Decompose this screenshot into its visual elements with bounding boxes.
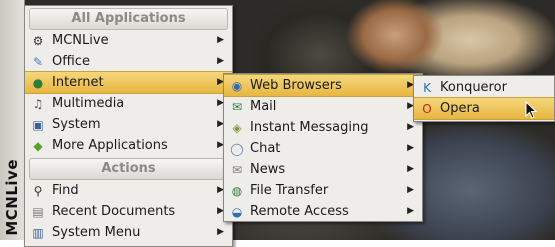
mail-icon: ✉ — [231, 100, 243, 114]
menu-item-label: Mail — [250, 99, 277, 114]
menu-item-instant-messaging[interactable]: ◈ Instant Messaging ▶ — [224, 117, 422, 138]
mcnlive-icon: ⚙ — [32, 34, 44, 48]
menu-item-label: More Applications — [52, 138, 168, 153]
menu-item-web-browsers[interactable]: ◉ Web Browsers ▶ — [224, 74, 422, 97]
system-menu-icon: ▥ — [32, 226, 44, 240]
office-icon: ✎ — [32, 55, 44, 69]
submenu-arrow-icon: ▶ — [407, 185, 414, 195]
submenu-arrow-icon: ▶ — [407, 164, 414, 174]
submenu-arrow-icon: ▶ — [217, 35, 224, 45]
menu-item-label: Opera — [440, 101, 480, 116]
mouse-pointer-icon — [525, 101, 537, 119]
side-panel-label: MCNLive — [3, 159, 21, 236]
menu-item-mail[interactable]: ✉ Mail ▶ — [224, 96, 422, 117]
submenu-arrow-icon: ▶ — [217, 56, 224, 66]
all-applications-header: All Applications — [29, 8, 228, 30]
side-panel[interactable]: MCNLive — [0, 0, 25, 240]
system-icon: ▣ — [32, 118, 44, 132]
menu-item-system[interactable]: ▣ System ▶ — [25, 114, 232, 135]
actions-header: Actions — [29, 158, 228, 180]
menu-item-label: Find — [52, 183, 79, 198]
internet-submenu: ◉ Web Browsers ▶ ✉ Mail ▶ ◈ Instant Mess… — [223, 73, 423, 222]
opera-icon: O — [422, 102, 432, 116]
menu-item-label: System — [52, 117, 101, 132]
submenu-arrow-icon: ▶ — [407, 143, 414, 153]
menu-item-label: News — [250, 162, 286, 177]
menu-item-label: Instant Messaging — [250, 120, 369, 135]
menu-item-multimedia[interactable]: ♫ Multimedia ▶ — [25, 93, 232, 114]
menu-item-office[interactable]: ✎ Office ▶ — [25, 51, 232, 72]
menu-item-label: Web Browsers — [250, 78, 342, 93]
menu-item-chat[interactable]: ◯ Chat ▶ — [224, 138, 422, 159]
menu-item-file-transfer[interactable]: ◍ File Transfer ▶ — [224, 180, 422, 201]
multimedia-icon: ♫ — [32, 97, 44, 111]
document-icon: ▤ — [32, 205, 44, 219]
menu-item-mcnlive[interactable]: ⚙ MCNLive ▶ — [25, 30, 232, 51]
search-icon: ⚲ — [33, 184, 43, 198]
menu-item-label: Internet — [52, 75, 104, 90]
menu-item-label: Multimedia — [52, 96, 125, 111]
submenu-arrow-icon: ▶ — [407, 206, 414, 216]
menu-item-label: File Transfer — [250, 183, 329, 198]
menu-item-label: Konqueror — [440, 80, 507, 95]
menu-item-more-applications[interactable]: ◆ More Applications ▶ — [25, 135, 232, 156]
menu-item-find[interactable]: ⚲ Find ▶ — [25, 180, 232, 201]
menu-item-internet[interactable]: ● Internet ▶ — [25, 71, 232, 94]
menu-item-remote-access[interactable]: ◒ Remote Access ▶ — [224, 201, 422, 222]
menu-item-recent-documents[interactable]: ▤ Recent Documents ▶ — [25, 201, 232, 222]
menu-item-label: Remote Access — [250, 204, 349, 219]
menu-item-label: Chat — [250, 141, 281, 156]
menu-item-label: MCNLive — [52, 33, 109, 48]
menu-item-konqueror[interactable]: K Konqueror — [414, 77, 554, 98]
menu-item-label: System Menu — [52, 225, 141, 240]
main-menu: All Applications ⚙ MCNLive ▶ ✎ Office ▶ … — [24, 5, 233, 247]
menu-item-label: Recent Documents — [52, 204, 176, 219]
menu-item-label: Office — [52, 54, 90, 69]
remote-access-icon: ◒ — [231, 205, 243, 219]
globe-icon: ● — [32, 76, 44, 90]
konqueror-icon: K — [423, 81, 431, 95]
chat-icon: ◯ — [230, 142, 244, 156]
news-icon: ✉ — [231, 163, 243, 177]
instant-messaging-icon: ◈ — [232, 121, 242, 135]
menu-item-news[interactable]: ✉ News ▶ — [224, 159, 422, 180]
more-apps-icon: ◆ — [33, 139, 43, 153]
file-transfer-icon: ◍ — [231, 184, 243, 198]
web-browsers-icon: ◉ — [231, 79, 243, 93]
